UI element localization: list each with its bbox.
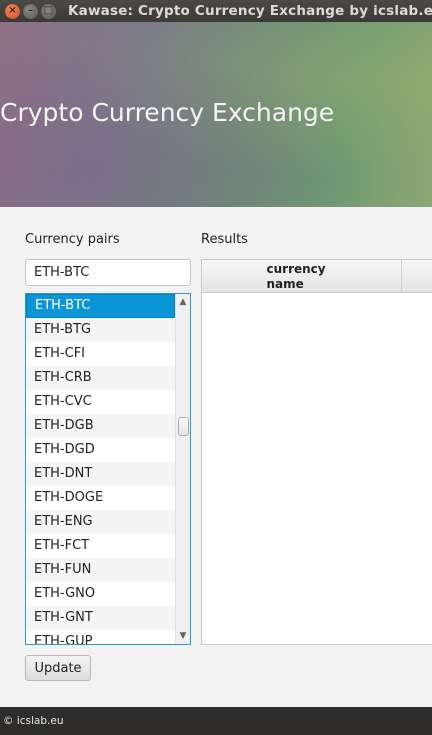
close-window-button[interactable]: × xyxy=(5,3,20,19)
list-item[interactable]: ETH-DGD xyxy=(26,438,175,462)
list-item[interactable]: ETH-DOGE xyxy=(26,486,175,510)
scroll-down-icon[interactable]: ▼ xyxy=(176,629,190,643)
column-header-currency-name[interactable]: currency name xyxy=(202,260,402,293)
results-label: Results xyxy=(201,232,248,247)
results-table[interactable]: currency name xyxy=(201,259,432,645)
list-item[interactable]: ETH-FCT xyxy=(26,534,175,558)
currency-pair-input[interactable] xyxy=(25,259,191,286)
list-item[interactable]: ETH-GUP xyxy=(26,630,175,644)
scrollbar-thumb[interactable] xyxy=(178,417,189,436)
banner-title: Crypto Currency Exchange xyxy=(0,98,335,127)
list-item[interactable]: ETH-GNO xyxy=(26,582,175,606)
footer-copyright: © icslab.eu xyxy=(3,715,64,727)
list-item[interactable]: ETH-ENG xyxy=(26,510,175,534)
currency-pairs-label: Currency pairs xyxy=(25,232,120,247)
list-item[interactable]: ETH-CVC xyxy=(26,390,175,414)
window-titlebar: × – □ Kawase: Crypto Currency Exchange b… xyxy=(0,0,432,22)
list-item[interactable]: ETH-GNT xyxy=(26,606,175,630)
list-item[interactable]: ETH-DNT xyxy=(26,462,175,486)
footer-bar: © icslab.eu xyxy=(0,707,432,735)
list-item[interactable]: ETH-BTG xyxy=(26,318,175,342)
header-banner: Crypto Currency Exchange xyxy=(0,22,432,207)
maximize-window-button[interactable]: □ xyxy=(41,3,56,19)
column-header-next[interactable] xyxy=(402,260,432,293)
list-item[interactable]: ETH-CRB xyxy=(26,366,175,390)
column-header-label: currency name xyxy=(266,261,326,291)
list-item[interactable]: ETH-DGB xyxy=(26,414,175,438)
list-item[interactable]: ETH-FUN xyxy=(26,558,175,582)
results-table-header: currency name xyxy=(202,260,432,293)
list-scrollbar[interactable]: ▲ ▼ xyxy=(175,294,190,644)
list-item[interactable]: ETH-BTC xyxy=(26,294,175,318)
list-item[interactable]: ETH-CFI xyxy=(26,342,175,366)
update-button[interactable]: Update xyxy=(25,655,91,681)
window-controls: × – □ xyxy=(5,3,56,19)
minimize-window-button[interactable]: – xyxy=(23,3,38,19)
currency-pairs-list[interactable]: ETH-BTC ETH-BTG ETH-CFI ETH-CRB ETH-CVC ETH-D… xyxy=(25,293,191,645)
currency-pairs-items: ETH-BTC ETH-BTG ETH-CFI ETH-CRB ETH-CVC ETH-D… xyxy=(26,294,175,644)
scroll-up-icon[interactable]: ▲ xyxy=(176,295,190,309)
window-title: Kawase: Crypto Currency Exchange by icsl… xyxy=(68,3,432,19)
